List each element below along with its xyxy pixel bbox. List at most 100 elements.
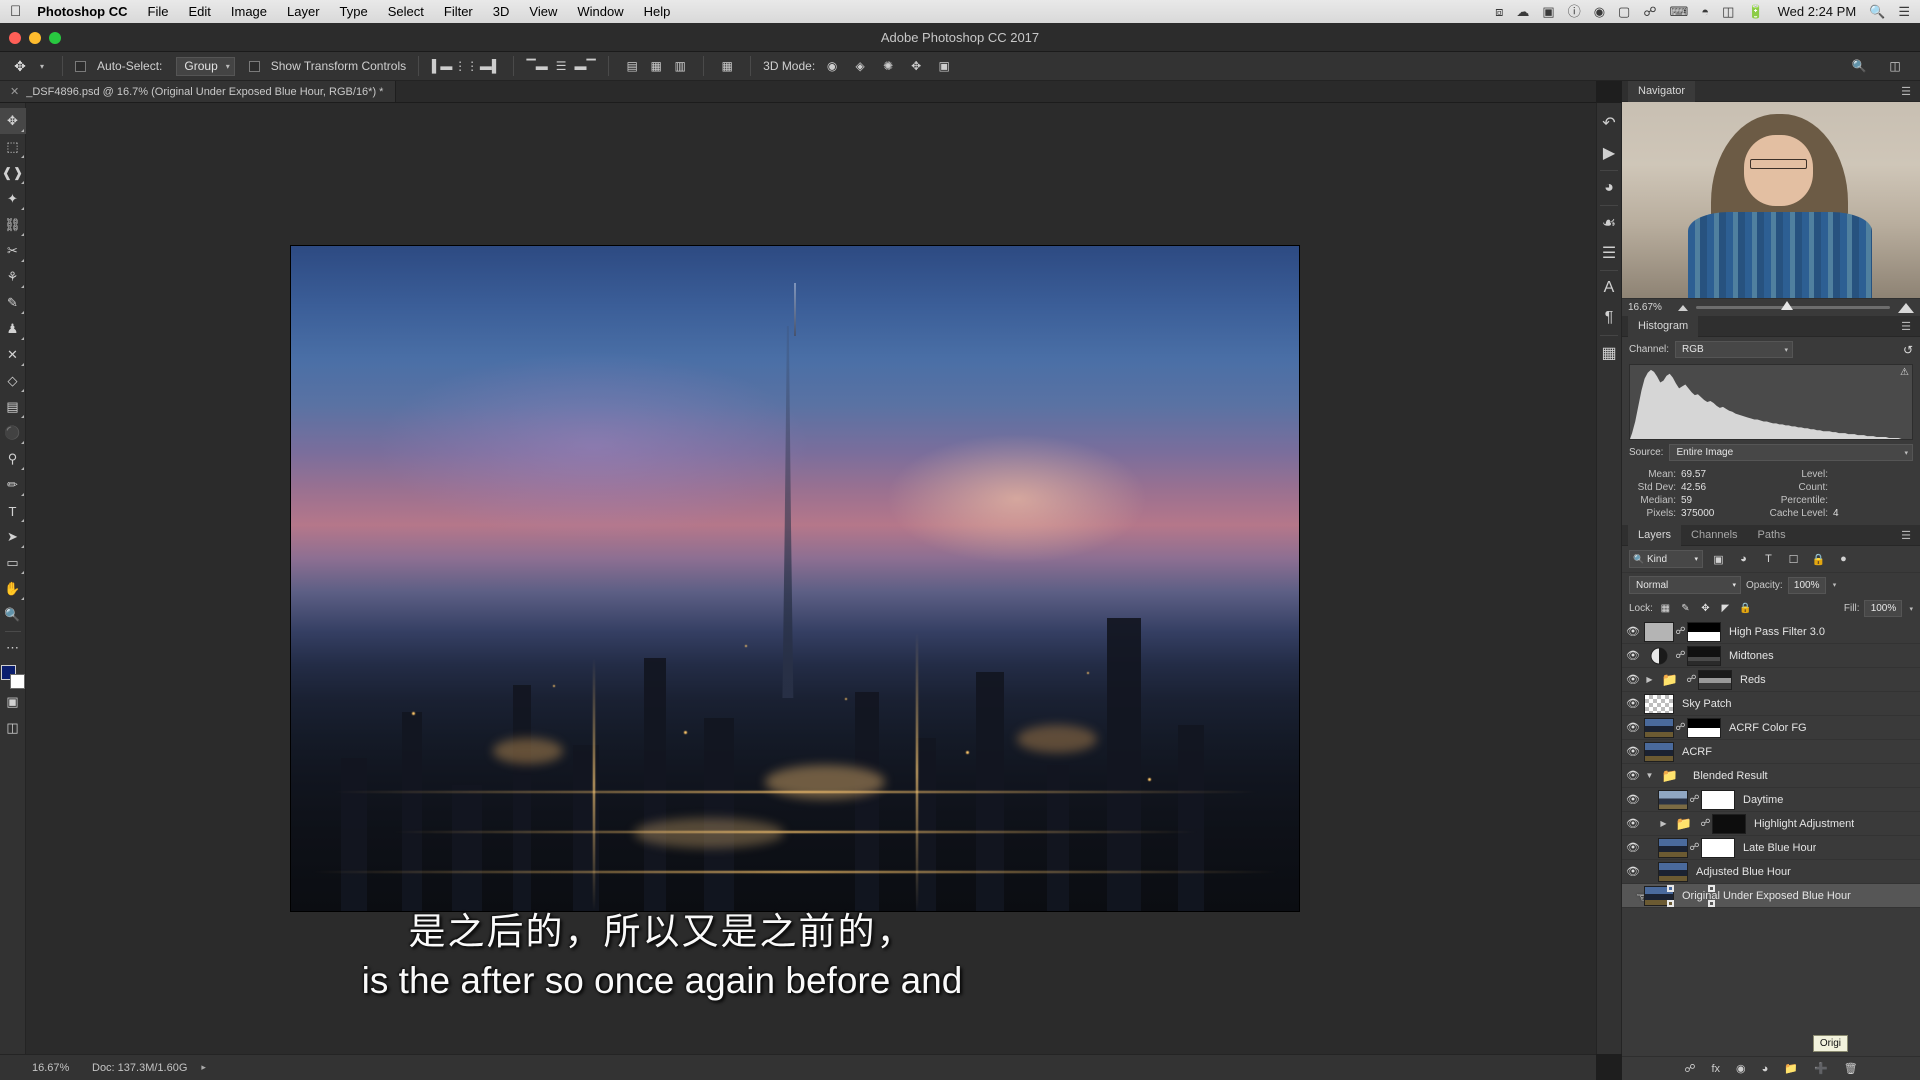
align-vertical-centers-button[interactable]: ☰ <box>550 55 572 77</box>
delete-layer-icon[interactable]: 🗑 <box>1844 1062 1858 1075</box>
layer-mask-thumbnail[interactable] <box>1687 646 1721 666</box>
navigator-preview[interactable] <box>1622 102 1920 298</box>
record-circle-icon[interactable]: ◉ <box>1594 5 1605 18</box>
hand-tool[interactable]: ✋ <box>0 576 26 602</box>
opacity-chevron-down-icon[interactable]: ▾ <box>1831 581 1837 589</box>
layer-name[interactable]: Sky Patch <box>1674 698 1732 710</box>
adjustments-panel-icon[interactable]: ◕ <box>1596 173 1622 203</box>
document-image[interactable] <box>290 245 1300 912</box>
filter-kind-dropdown[interactable]: Kind <box>1629 550 1703 568</box>
battery-icon[interactable]: 🔋 <box>1747 5 1763 18</box>
distribute-right-button[interactable]: ▥ <box>669 55 691 77</box>
lock-image-pixels-icon[interactable]: ✎ <box>1678 601 1693 616</box>
layer-thumbnail[interactable] <box>1644 694 1674 714</box>
screen-mode-button[interactable]: ◫ <box>0 715 26 741</box>
table-row[interactable]: 👁 Adjusted Blue Hour <box>1622 860 1920 884</box>
navigator-zoom-slider[interactable] <box>1696 306 1890 309</box>
menu-edit[interactable]: Edit <box>188 4 210 19</box>
layer-thumbnail[interactable] <box>1658 790 1688 810</box>
filter-pixel-icon[interactable]: ▣ <box>1709 550 1728 568</box>
edit-toolbar-button[interactable]: ⋯ <box>0 635 26 661</box>
table-row[interactable]: 👁 ▶ 📁 ☍ Reds <box>1622 668 1920 692</box>
history-brush-tool[interactable]: ✕ <box>0 342 26 368</box>
layer-visibility-toggle[interactable]: 👁 <box>1622 745 1644 758</box>
lock-artboard-icon[interactable]: ◤ <box>1718 601 1733 616</box>
paragraph-panel-icon[interactable]: ¶ <box>1596 303 1622 333</box>
lock-position-icon[interactable]: ✥ <box>1698 601 1713 616</box>
histogram-tab[interactable]: Histogram <box>1628 316 1698 337</box>
table-row[interactable]: 👁 ☍ ACRF Color FG <box>1622 716 1920 740</box>
warning-icon[interactable]: ⚠ <box>1900 367 1909 378</box>
bluetooth-icon[interactable]: ☍ <box>1643 5 1656 18</box>
wifi-icon[interactable]: ◓ <box>1701 5 1709 18</box>
layer-visibility-toggle[interactable]: 👁 <box>1622 625 1644 638</box>
apple-logo-icon[interactable]:  <box>10 4 21 19</box>
tab-paths[interactable]: Paths <box>1748 525 1796 546</box>
layer-mask-thumbnail[interactable] <box>1701 838 1735 858</box>
screen-icon[interactable]: ◫ <box>1722 5 1734 18</box>
table-row[interactable]: 👁 ▶ 📁 ☍ Highlight Adjustment <box>1622 812 1920 836</box>
lasso-tool[interactable]: ❰❱ <box>0 160 26 186</box>
layer-name[interactable]: High Pass Filter 3.0 <box>1721 626 1825 638</box>
eyedropper-tool[interactable]: ✂ <box>0 238 26 264</box>
new-adjustment-layer-icon[interactable]: ◕ <box>1762 1063 1769 1075</box>
menubar-clock[interactable]: Wed 2:24 PM <box>1778 4 1857 19</box>
table-row[interactable]: 👁 ☍ Late Blue Hour <box>1622 836 1920 860</box>
eraser-tool[interactable]: ◇ <box>0 368 26 394</box>
menu-photoshop-cc[interactable]: Photoshop CC <box>37 4 127 19</box>
close-window-button[interactable] <box>9 32 21 44</box>
quick-selection-tool[interactable]: ✦ <box>0 186 26 212</box>
spot-healing-brush-tool[interactable]: ⚘ <box>0 264 26 290</box>
link-icon[interactable]: ☍ <box>1699 818 1712 829</box>
character-panel-icon[interactable]: A <box>1596 273 1622 303</box>
quick-mask-button[interactable]: ▣ <box>0 689 26 715</box>
layer-mask-thumbnail[interactable] <box>1701 790 1735 810</box>
align-right-edges-button[interactable]: ▬▌ <box>479 55 501 77</box>
link-icon[interactable]: ☍ <box>1674 722 1687 733</box>
panel-menu-icon[interactable]: ☰ <box>1901 85 1914 98</box>
link-layers-icon[interactable]: ☍ <box>1684 1062 1695 1075</box>
actions-panel-icon[interactable]: ▶ <box>1596 138 1622 168</box>
move-tool-icon[interactable]: ✥ <box>8 55 32 77</box>
layer-thumbnail[interactable] <box>1644 718 1674 738</box>
align-bottom-edges-button[interactable]: ▬▔ <box>574 55 596 77</box>
layer-visibility-toggle[interactable]: 👁 <box>1622 865 1644 878</box>
cloud-record-icon[interactable]: ☁ <box>1516 5 1529 18</box>
filter-toggle-icon[interactable]: ● <box>1834 550 1853 568</box>
menu-type[interactable]: Type <box>340 4 368 19</box>
layer-list[interactable]: 👁 ☍ High Pass Filter 3.0 👁 ☍ <box>1622 620 1920 1056</box>
lock-all-icon[interactable]: 🔒 <box>1738 601 1753 616</box>
blur-tool[interactable]: ⚫ <box>0 420 26 446</box>
status-zoom-level[interactable]: 16.67% <box>0 1062 92 1074</box>
layer-visibility-toggle[interactable]: 👁 <box>1622 649 1644 662</box>
zoom-in-icon[interactable] <box>1898 303 1914 313</box>
layer-mask-thumbnail[interactable] <box>1712 814 1746 834</box>
path-selection-tool[interactable]: ➤ <box>0 524 26 550</box>
layer-visibility-toggle[interactable]: 👁 <box>1622 673 1644 686</box>
auto-select-checkbox[interactable] <box>75 61 86 72</box>
menu-file[interactable]: File <box>148 4 169 19</box>
layer-visibility-toggle[interactable]: 👁 <box>1622 769 1644 782</box>
slider-thumb[interactable] <box>1781 301 1793 310</box>
tab-layers[interactable]: Layers <box>1628 525 1681 546</box>
brush-settings-panel-icon[interactable]: ☰ <box>1596 238 1622 268</box>
menu-filter[interactable]: Filter <box>444 4 473 19</box>
source-dropdown[interactable]: Entire Image <box>1669 444 1913 461</box>
search-icon[interactable]: 🔍 <box>1848 55 1870 77</box>
layer-thumbnail[interactable] <box>1644 886 1674 906</box>
display-icon[interactable]: ▣ <box>1542 5 1554 18</box>
opacity-value[interactable]: 100% <box>1788 577 1826 594</box>
pen-tool[interactable]: ✏ <box>0 472 26 498</box>
minimize-window-button[interactable] <box>29 32 41 44</box>
roll-3d-icon[interactable]: ◈ <box>849 55 871 77</box>
group-folder-icon[interactable]: 📁 <box>1655 670 1685 690</box>
fill-value[interactable]: 100% <box>1864 600 1902 617</box>
menu-select[interactable]: Select <box>388 4 424 19</box>
keyboard-icon[interactable]: ⌨ <box>1670 5 1689 18</box>
layer-mask-thumbnail[interactable] <box>1687 718 1721 738</box>
layer-name[interactable]: Blended Result <box>1685 770 1768 782</box>
layer-name[interactable]: Daytime <box>1735 794 1783 806</box>
layer-thumbnail[interactable] <box>1658 838 1688 858</box>
table-row[interactable]: 👁 ACRF <box>1622 740 1920 764</box>
filter-adjustment-icon[interactable]: ◕ <box>1734 550 1753 568</box>
